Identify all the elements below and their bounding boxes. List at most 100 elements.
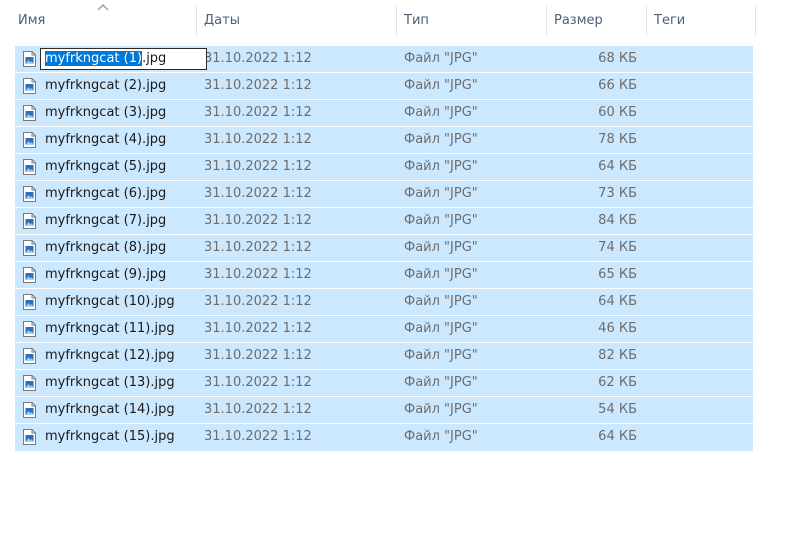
file-row[interactable]: myfrkngcat (6).jpg 31.10.2022 1:12 Файл … (15, 181, 753, 207)
file-type: Файл "JPG" (404, 159, 478, 174)
file-type: Файл "JPG" (404, 240, 478, 255)
column-header-type[interactable]: Тип (404, 0, 544, 42)
file-date: 31.10.2022 1:12 (204, 375, 312, 390)
column-header: Имя Даты Тип Размер Теги (0, 0, 760, 42)
file-name[interactable]: myfrkngcat (13).jpg (45, 370, 175, 396)
file-row[interactable]: myfrkngcat (4).jpg 31.10.2022 1:12 Файл … (15, 127, 753, 153)
file-row[interactable]: myfrkngcat (14).jpg 31.10.2022 1:12 Файл… (15, 397, 753, 423)
file-row[interactable]: 31.10.2022 1:12 Файл "JPG" 68 КБ myfrkng… (15, 46, 753, 72)
file-name[interactable]: myfrkngcat (5).jpg (45, 154, 166, 180)
file-size: 78 КБ (598, 132, 637, 147)
file-size: 46 КБ (598, 321, 637, 336)
column-header-tags-label: Теги (654, 13, 686, 28)
file-date: 31.10.2022 1:12 (204, 159, 312, 174)
file-explorer-details-view: Имя Даты Тип Размер Теги 31.10.2022 1:12… (0, 0, 802, 548)
file-size: 64 КБ (598, 159, 637, 174)
column-divider[interactable] (196, 6, 197, 36)
file-date: 31.10.2022 1:12 (204, 321, 312, 336)
file-row[interactable]: myfrkngcat (12).jpg 31.10.2022 1:12 Файл… (15, 343, 753, 369)
file-name[interactable]: myfrkngcat (3).jpg (45, 100, 166, 126)
file-date: 31.10.2022 1:12 (204, 240, 312, 255)
image-file-icon (23, 267, 36, 283)
column-header-date[interactable]: Даты (204, 0, 396, 42)
file-date: 31.10.2022 1:12 (204, 429, 312, 444)
file-date: 31.10.2022 1:12 (204, 402, 312, 417)
file-size: 60 КБ (598, 105, 637, 120)
column-divider[interactable] (396, 6, 397, 36)
image-file-icon (23, 132, 36, 148)
file-row[interactable]: myfrkngcat (13).jpg 31.10.2022 1:12 Файл… (15, 370, 753, 396)
image-file-icon (23, 294, 36, 310)
file-type: Файл "JPG" (404, 186, 478, 201)
file-name[interactable]: myfrkngcat (11).jpg (45, 316, 175, 342)
file-row[interactable]: myfrkngcat (7).jpg 31.10.2022 1:12 Файл … (15, 208, 753, 234)
file-name[interactable]: myfrkngcat (12).jpg (45, 343, 175, 369)
file-row[interactable]: myfrkngcat (3).jpg 31.10.2022 1:12 Файл … (15, 100, 753, 126)
rename-selected-text: myfrkngcat (1) (45, 51, 143, 66)
file-name[interactable]: myfrkngcat (10).jpg (45, 289, 175, 315)
file-date: 31.10.2022 1:12 (204, 348, 312, 363)
column-header-type-label: Тип (404, 13, 429, 28)
file-row[interactable]: myfrkngcat (5).jpg 31.10.2022 1:12 Файл … (15, 154, 753, 180)
rename-extension-text: .jpg (142, 51, 167, 66)
file-name[interactable]: myfrkngcat (7).jpg (45, 208, 166, 234)
file-name[interactable]: myfrkngcat (4).jpg (45, 127, 166, 153)
file-name[interactable]: myfrkngcat (14).jpg (45, 397, 175, 423)
image-file-icon (23, 78, 36, 94)
file-size: 64 КБ (598, 294, 637, 309)
column-divider[interactable] (646, 6, 647, 36)
file-list: 31.10.2022 1:12 Файл "JPG" 68 КБ myfrkng… (15, 46, 753, 452)
image-file-icon (23, 402, 36, 418)
rename-input[interactable]: myfrkngcat (1).jpg (40, 48, 207, 70)
file-type: Файл "JPG" (404, 132, 478, 147)
file-size: 65 КБ (598, 267, 637, 282)
file-row[interactable]: myfrkngcat (10).jpg 31.10.2022 1:12 Файл… (15, 289, 753, 315)
file-type: Файл "JPG" (404, 105, 478, 120)
column-header-tags[interactable]: Теги (654, 0, 754, 42)
image-file-icon (23, 186, 36, 202)
file-size: 64 КБ (598, 429, 637, 444)
file-size: 62 КБ (598, 375, 637, 390)
file-row[interactable]: myfrkngcat (9).jpg 31.10.2022 1:12 Файл … (15, 262, 753, 288)
file-date: 31.10.2022 1:12 (204, 186, 312, 201)
column-divider[interactable] (546, 6, 547, 36)
column-header-size[interactable]: Размер (554, 0, 646, 42)
file-name[interactable]: myfrkngcat (8).jpg (45, 235, 166, 261)
image-file-icon (23, 375, 36, 391)
file-date: 31.10.2022 1:12 (204, 213, 312, 228)
image-file-icon (23, 213, 36, 229)
file-row[interactable]: myfrkngcat (2).jpg 31.10.2022 1:12 Файл … (15, 73, 753, 99)
file-size: 68 КБ (598, 51, 637, 66)
file-date: 31.10.2022 1:12 (204, 132, 312, 147)
file-name[interactable]: myfrkngcat (2).jpg (45, 73, 166, 99)
file-size: 84 КБ (598, 213, 637, 228)
file-name[interactable]: myfrkngcat (6).jpg (45, 181, 166, 207)
image-file-icon (23, 348, 36, 364)
file-size: 73 КБ (598, 186, 637, 201)
column-divider[interactable] (755, 6, 756, 36)
file-row[interactable]: myfrkngcat (15).jpg 31.10.2022 1:12 Файл… (15, 424, 753, 451)
file-type: Файл "JPG" (404, 402, 478, 417)
file-size: 66 КБ (598, 78, 637, 93)
file-size: 54 КБ (598, 402, 637, 417)
file-type: Файл "JPG" (404, 267, 478, 282)
image-file-icon (23, 51, 36, 67)
image-file-icon (23, 240, 36, 256)
file-size: 74 КБ (598, 240, 637, 255)
file-name[interactable]: myfrkngcat (15).jpg (45, 424, 175, 450)
file-type: Файл "JPG" (404, 321, 478, 336)
column-header-size-label: Размер (554, 13, 603, 28)
file-type: Файл "JPG" (404, 213, 478, 228)
image-file-icon (23, 321, 36, 337)
file-type: Файл "JPG" (404, 51, 478, 66)
file-row[interactable]: myfrkngcat (8).jpg 31.10.2022 1:12 Файл … (15, 235, 753, 261)
file-size: 82 КБ (598, 348, 637, 363)
file-name[interactable]: myfrkngcat (9).jpg (45, 262, 166, 288)
file-type: Файл "JPG" (404, 429, 478, 444)
file-row[interactable]: myfrkngcat (11).jpg 31.10.2022 1:12 Файл… (15, 316, 753, 342)
file-type: Файл "JPG" (404, 78, 478, 93)
file-type: Файл "JPG" (404, 375, 478, 390)
chevron-up-icon (97, 4, 109, 11)
file-date: 31.10.2022 1:12 (204, 78, 312, 93)
image-file-icon (23, 105, 36, 121)
